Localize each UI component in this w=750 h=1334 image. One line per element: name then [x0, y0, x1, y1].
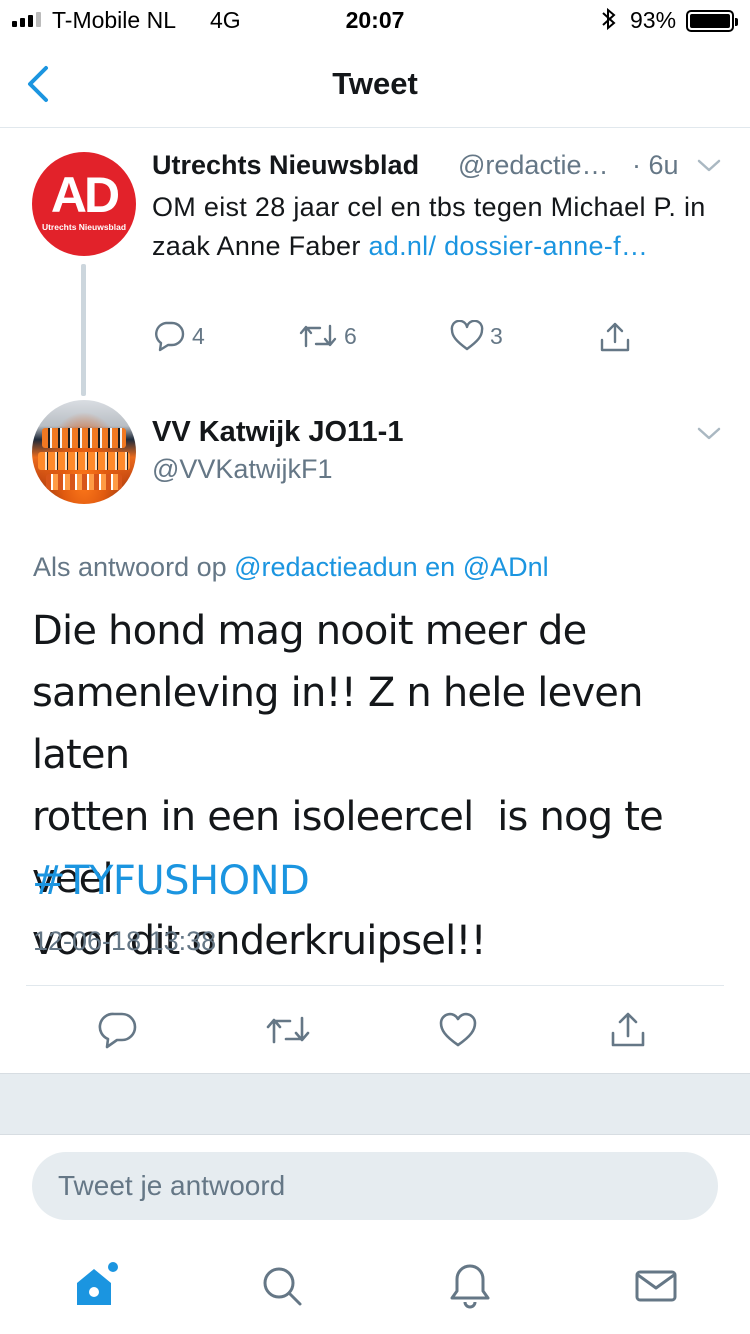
bell-icon	[450, 1264, 490, 1309]
separator-band	[0, 1073, 750, 1135]
page-title: Tweet	[332, 66, 418, 101]
reply-mention-redactieadun[interactable]: @redactieadun	[234, 552, 418, 582]
parent-retweet-button[interactable]: 6	[298, 320, 357, 352]
hashtag-link[interactable]: #TYFUSHOND	[32, 850, 310, 912]
author-handle[interactable]: @VVKatwijkF1	[152, 454, 332, 485]
retweet-button[interactable]	[262, 1004, 314, 1056]
tab-messages[interactable]	[626, 1256, 686, 1316]
reply-context: Als antwoord op @redactieadun en @ADnl	[33, 552, 549, 583]
divider	[26, 985, 724, 986]
heart-icon	[439, 1012, 477, 1047]
tweet-actions	[0, 1004, 750, 1056]
speech-bubble-icon	[98, 1012, 137, 1049]
tab-search[interactable]	[252, 1256, 312, 1316]
parent-tweet-time: · 6u	[632, 150, 679, 180]
bottom-tab-bar	[0, 1240, 750, 1334]
reply-context-joiner: en	[417, 552, 463, 582]
parent-like-button[interactable]: 3	[450, 320, 503, 352]
tweet-menu-button[interactable]	[696, 424, 722, 444]
envelope-icon	[635, 1270, 677, 1302]
retweet-count: 6	[344, 322, 357, 349]
share-icon	[600, 322, 630, 352]
avatar[interactable]	[32, 400, 136, 504]
parent-author-handle[interactable]: @redactie…	[458, 150, 628, 181]
parent-author-name[interactable]: Utrechts Nieuwsblad	[152, 150, 419, 181]
parent-tweet-actions: 4 6 3	[152, 320, 652, 360]
reply-compose-box[interactable]	[32, 1152, 718, 1220]
tab-notifications[interactable]	[440, 1256, 500, 1316]
navigation-bar: Tweet	[0, 40, 750, 128]
reply-context-prefix: Als antwoord op	[33, 552, 235, 582]
home-icon	[77, 1262, 118, 1305]
parent-reply-button[interactable]: 4	[152, 320, 205, 352]
reply-mention-adnl[interactable]: @ADnl	[463, 552, 549, 582]
reply-input[interactable]	[32, 1152, 718, 1220]
parent-tweet-link[interactable]: ad.nl/ dossier-anne-f…	[368, 231, 648, 261]
avatar[interactable]: AD Utrechts Nieuwsblad	[32, 152, 136, 256]
speech-bubble-icon	[155, 321, 185, 352]
chevron-down-icon	[697, 427, 721, 440]
battery-icon	[686, 10, 738, 32]
tweet-timestamp: 12-06-18 13:38	[33, 926, 217, 956]
tweet-text: Die hond mag nooit meer de samenleving i…	[32, 608, 664, 964]
tab-home[interactable]	[64, 1256, 124, 1316]
parent-share-button[interactable]	[598, 320, 632, 354]
battery-percent: 93%	[630, 7, 677, 33]
reply-count: 4	[192, 322, 205, 349]
parent-tweet-menu-button[interactable]	[696, 156, 722, 176]
bluetooth-icon	[600, 7, 618, 37]
heart-icon	[450, 320, 484, 351]
thread-connector	[81, 264, 86, 396]
retweet-icon	[299, 324, 337, 348]
share-button[interactable]	[602, 1004, 654, 1056]
chevron-down-icon	[697, 159, 721, 172]
share-icon	[611, 1012, 645, 1047]
like-button[interactable]	[432, 1004, 484, 1056]
avatar-logo-text: AD	[50, 167, 120, 223]
status-bar: T-Mobile NL 4G 20:07 93%	[0, 0, 750, 40]
avatar-logo-subtext: Utrechts Nieuwsblad	[41, 222, 127, 232]
like-count: 3	[490, 322, 503, 349]
author-name[interactable]: VV Katwijk JO11-1	[152, 416, 403, 449]
retweet-icon	[266, 1016, 310, 1044]
reply-button[interactable]	[92, 1004, 144, 1056]
parent-tweet-text: OM eist 28 jaar cel en tbs tegen Michael…	[152, 188, 712, 266]
search-icon	[263, 1267, 302, 1306]
